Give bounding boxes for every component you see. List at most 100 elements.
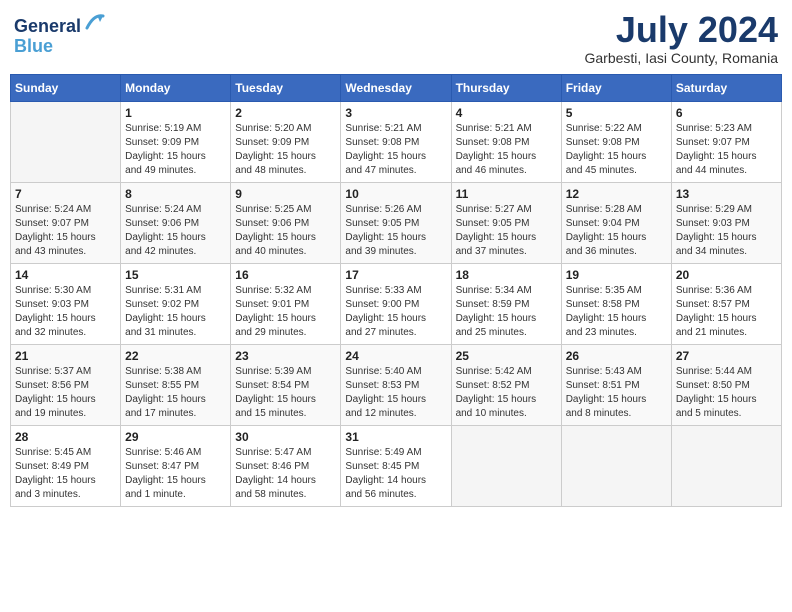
calendar-day-cell: 31 Sunrise: 5:49 AM Sunset: 8:45 PM Dayli… [341,425,451,506]
day-number: 24 [345,349,446,363]
day-number: 13 [676,187,777,201]
calendar-day-cell [561,425,671,506]
day-info: Sunrise: 5:46 AM Sunset: 8:47 PM Dayligh… [125,446,226,502]
calendar-week-row: 7 Sunrise: 5:24 AM Sunset: 9:07 PM Daylig… [11,182,782,263]
calendar-day-cell [11,101,121,182]
day-info: Sunrise: 5:21 AM Sunset: 9:08 PM Dayligh… [456,122,557,178]
weekday-header-cell: Monday [121,74,231,101]
day-info: Sunrise: 5:34 AM Sunset: 8:59 PM Dayligh… [456,284,557,340]
day-info: Sunrise: 5:43 AM Sunset: 8:51 PM Dayligh… [566,365,667,421]
day-number: 11 [456,187,557,201]
day-info: Sunrise: 5:31 AM Sunset: 9:02 PM Dayligh… [125,284,226,340]
day-info: Sunrise: 5:39 AM Sunset: 8:54 PM Dayligh… [235,365,336,421]
calendar-day-cell: 19Sunrise: 5:35 AM Sunset: 8:58 PM Dayli… [561,263,671,344]
day-number: 23 [235,349,336,363]
day-number: 3 [345,106,446,120]
day-info: Sunrise: 5:25 AM Sunset: 9:06 PM Dayligh… [235,203,336,259]
day-number: 15 [125,268,226,282]
day-number: 7 [15,187,116,201]
day-info: Sunrise: 5:32 AM Sunset: 9:01 PM Dayligh… [235,284,336,340]
day-info: Sunrise: 5:26 AM Sunset: 9:05 PM Dayligh… [345,203,446,259]
day-number: 8 [125,187,226,201]
day-info: Sunrise: 5:45 AM Sunset: 8:49 PM Dayligh… [15,446,116,502]
day-info: Sunrise: 5:19 AM Sunset: 9:09 PM Dayligh… [125,122,226,178]
logo-icon [83,10,105,32]
day-info: Sunrise: 5:44 AM Sunset: 8:50 PM Dayligh… [676,365,777,421]
calendar-day-cell: 6 Sunrise: 5:23 AM Sunset: 9:07 PM Daylig… [671,101,781,182]
calendar-day-cell: 13Sunrise: 5:29 AM Sunset: 9:03 PM Dayli… [671,182,781,263]
day-info: Sunrise: 5:30 AM Sunset: 9:03 PM Dayligh… [15,284,116,340]
calendar-day-cell: 15 Sunrise: 5:31 AM Sunset: 9:02 PM Dayli… [121,263,231,344]
calendar-day-cell: 27 Sunrise: 5:44 AM Sunset: 8:50 PM Dayli… [671,344,781,425]
day-info: Sunrise: 5:20 AM Sunset: 9:09 PM Dayligh… [235,122,336,178]
calendar-day-cell [451,425,561,506]
weekday-header-cell: Sunday [11,74,121,101]
day-info: Sunrise: 5:47 AM Sunset: 8:46 PM Dayligh… [235,446,336,502]
day-number: 31 [345,430,446,444]
day-info: Sunrise: 5:24 AM Sunset: 9:06 PM Dayligh… [125,203,226,259]
day-number: 22 [125,349,226,363]
day-info: Sunrise: 5:38 AM Sunset: 8:55 PM Dayligh… [125,365,226,421]
calendar-day-cell: 11 Sunrise: 5:27 AM Sunset: 9:05 PM Dayli… [451,182,561,263]
calendar-day-cell: 28Sunrise: 5:45 AM Sunset: 8:49 PM Dayli… [11,425,121,506]
calendar-day-cell: 18 Sunrise: 5:34 AM Sunset: 8:59 PM Dayli… [451,263,561,344]
day-info: Sunrise: 5:49 AM Sunset: 8:45 PM Dayligh… [345,446,446,502]
calendar-table: SundayMondayTuesdayWednesdayThursdayFrid… [10,74,782,507]
day-number: 26 [566,349,667,363]
day-number: 5 [566,106,667,120]
page-header: General Blue July 2024 Garbesti, Iasi Co… [10,10,782,66]
location-subtitle: Garbesti, Iasi County, Romania [585,50,779,66]
day-info: Sunrise: 5:37 AM Sunset: 8:56 PM Dayligh… [15,365,116,421]
day-info: Sunrise: 5:42 AM Sunset: 8:52 PM Dayligh… [456,365,557,421]
calendar-day-cell: 17Sunrise: 5:33 AM Sunset: 9:00 PM Dayli… [341,263,451,344]
logo-blue-text: Blue [14,37,105,57]
day-number: 9 [235,187,336,201]
day-number: 1 [125,106,226,120]
day-number: 6 [676,106,777,120]
calendar-day-cell: 7 Sunrise: 5:24 AM Sunset: 9:07 PM Daylig… [11,182,121,263]
calendar-day-cell: 4 Sunrise: 5:21 AM Sunset: 9:08 PM Daylig… [451,101,561,182]
day-number: 18 [456,268,557,282]
month-title: July 2024 [585,10,779,50]
calendar-day-cell: 30Sunrise: 5:47 AM Sunset: 8:46 PM Dayli… [231,425,341,506]
day-info: Sunrise: 5:36 AM Sunset: 8:57 PM Dayligh… [676,284,777,340]
day-info: Sunrise: 5:27 AM Sunset: 9:05 PM Dayligh… [456,203,557,259]
day-number: 25 [456,349,557,363]
calendar-day-cell: 8 Sunrise: 5:24 AM Sunset: 9:06 PM Daylig… [121,182,231,263]
calendar-day-cell: 2Sunrise: 5:20 AM Sunset: 9:09 PM Daylig… [231,101,341,182]
day-info: Sunrise: 5:21 AM Sunset: 9:08 PM Dayligh… [345,122,446,178]
calendar-week-row: 28Sunrise: 5:45 AM Sunset: 8:49 PM Dayli… [11,425,782,506]
day-number: 21 [15,349,116,363]
calendar-week-row: 21 Sunrise: 5:37 AM Sunset: 8:56 PM Dayli… [11,344,782,425]
calendar-day-cell: 5Sunrise: 5:22 AM Sunset: 9:08 PM Daylig… [561,101,671,182]
day-info: Sunrise: 5:35 AM Sunset: 8:58 PM Dayligh… [566,284,667,340]
calendar-day-cell: 24Sunrise: 5:40 AM Sunset: 8:53 PM Dayli… [341,344,451,425]
calendar-day-cell [671,425,781,506]
calendar-day-cell: 22 Sunrise: 5:38 AM Sunset: 8:55 PM Dayli… [121,344,231,425]
weekday-header-row: SundayMondayTuesdayWednesdayThursdayFrid… [11,74,782,101]
calendar-day-cell: 3 Sunrise: 5:21 AM Sunset: 9:08 PM Daylig… [341,101,451,182]
calendar-day-cell: 25 Sunrise: 5:42 AM Sunset: 8:52 PM Dayli… [451,344,561,425]
day-info: Sunrise: 5:24 AM Sunset: 9:07 PM Dayligh… [15,203,116,259]
logo-text: General [14,10,105,37]
calendar-day-cell: 29Sunrise: 5:46 AM Sunset: 8:47 PM Dayli… [121,425,231,506]
calendar-day-cell: 10 Sunrise: 5:26 AM Sunset: 9:05 PM Dayli… [341,182,451,263]
weekday-header-cell: Friday [561,74,671,101]
calendar-week-row: 14 Sunrise: 5:30 AM Sunset: 9:03 PM Dayli… [11,263,782,344]
day-number: 16 [235,268,336,282]
day-number: 4 [456,106,557,120]
calendar-day-cell: 9 Sunrise: 5:25 AM Sunset: 9:06 PM Daylig… [231,182,341,263]
day-info: Sunrise: 5:28 AM Sunset: 9:04 PM Dayligh… [566,203,667,259]
weekday-header-cell: Saturday [671,74,781,101]
day-info: Sunrise: 5:23 AM Sunset: 9:07 PM Dayligh… [676,122,777,178]
day-number: 20 [676,268,777,282]
day-number: 14 [15,268,116,282]
day-number: 27 [676,349,777,363]
calendar-day-cell: 1 Sunrise: 5:19 AM Sunset: 9:09 PM Daylig… [121,101,231,182]
day-number: 10 [345,187,446,201]
calendar-day-cell: 16 Sunrise: 5:32 AM Sunset: 9:01 PM Dayli… [231,263,341,344]
calendar-day-cell: 20 Sunrise: 5:36 AM Sunset: 8:57 PM Dayli… [671,263,781,344]
day-number: 12 [566,187,667,201]
logo: General Blue [14,10,105,57]
calendar-day-cell: 23 Sunrise: 5:39 AM Sunset: 8:54 PM Dayli… [231,344,341,425]
